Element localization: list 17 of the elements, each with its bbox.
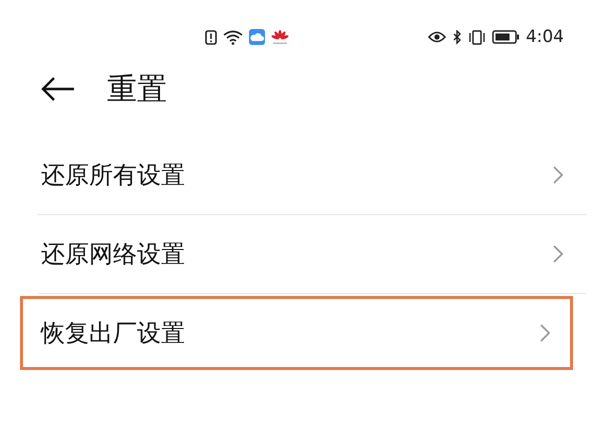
flower-logo-icon	[271, 30, 289, 44]
bluetooth-icon	[452, 30, 462, 44]
alert-icon	[205, 30, 217, 44]
battery-icon	[492, 30, 520, 44]
status-time: 4:04	[526, 27, 564, 47]
chevron-right-icon	[553, 245, 563, 263]
page-title: 重置	[107, 70, 167, 108]
settings-item[interactable]: 还原网络设置	[20, 217, 586, 291]
vibrate-icon	[468, 30, 486, 44]
wifi-icon	[223, 30, 243, 44]
chevron-right-icon	[553, 166, 563, 184]
chevron-right-icon	[540, 324, 550, 342]
eye-icon	[428, 31, 446, 43]
settings-item[interactable]: 恢复出厂设置	[20, 296, 573, 370]
back-arrow-icon[interactable]	[41, 77, 75, 101]
settings-item[interactable]: 还原所有设置	[20, 138, 586, 212]
cloud-app-icon	[249, 29, 265, 45]
